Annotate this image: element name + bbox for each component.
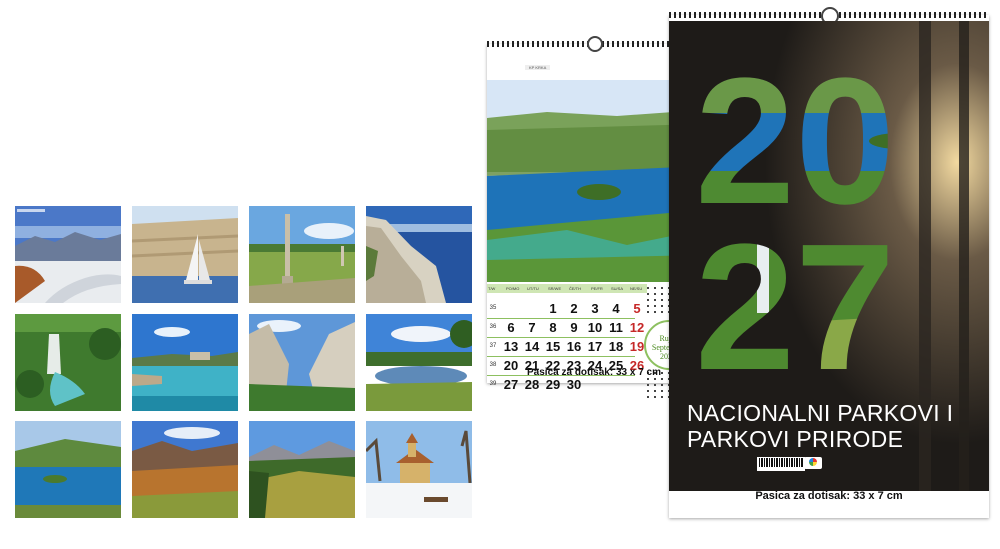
thumbnail-waterfall-lakes[interactable] — [15, 314, 121, 411]
thumbnail-stone-column-field[interactable] — [249, 206, 355, 303]
thumbnail-grid — [15, 206, 472, 518]
week-number: 37 — [489, 343, 497, 349]
calendar-day: 15 — [545, 339, 561, 354]
thumbnail-image — [366, 206, 472, 303]
calendar-day: 29 — [545, 377, 561, 392]
header-thu: ČE/TH — [569, 286, 581, 291]
photo-label: KP KRKA — [525, 65, 551, 70]
thumbnail-mountain-meadow[interactable] — [249, 421, 355, 518]
calendar-day: 16 — [566, 339, 582, 354]
thumbnail-image — [132, 421, 238, 518]
header-sat: SU/SA — [611, 286, 624, 291]
cover-title: NACIONALNI PARKOVI I PARKOVI PRIRODE — [687, 400, 987, 452]
header-mon: PO/MO — [506, 286, 520, 291]
week-number: 39 — [489, 381, 497, 387]
header-fri: PE/FR — [591, 286, 603, 291]
header-wed: SR/WE — [548, 286, 562, 291]
thumbnail-image — [132, 206, 238, 303]
calendar-day: 18 — [608, 339, 624, 354]
calendar-day: 7 — [528, 320, 536, 335]
thumbnail-image — [249, 314, 355, 411]
thumbnail-turquoise-bay[interactable] — [132, 314, 238, 411]
calendar-day: 27 — [503, 377, 519, 392]
thumbnail-image — [249, 206, 355, 303]
thumbnail-sea-cliffs[interactable] — [366, 206, 472, 303]
cover-title-line1: NACIONALNI PARKOVI I — [687, 400, 954, 426]
thumbnail-autumn-hills[interactable] — [132, 421, 238, 518]
big-wall-calendar: 20 27 NA — [669, 7, 989, 518]
hanger-hook — [587, 36, 603, 52]
thumbnail-image — [366, 314, 472, 411]
calendar-day: 28 — [524, 377, 540, 392]
thumbnail-snowy-chapel[interactable] — [366, 421, 472, 518]
calendar-day: 4 — [612, 301, 620, 316]
calendar-day: 6 — [507, 320, 515, 335]
calendar-day: 5 — [633, 301, 641, 316]
calendar-day: 10 — [587, 320, 603, 335]
publisher-logo-icon — [804, 457, 822, 469]
calendar-day: 14 — [524, 339, 540, 354]
calendar-day: 1 — [549, 301, 557, 316]
calendar-day: 30 — [566, 377, 582, 392]
thumbnail-snowy-mountain-road[interactable] — [15, 206, 121, 303]
calendar-day: 12 — [629, 320, 645, 335]
week-number: 36 — [489, 324, 497, 330]
thumbnail-image — [15, 206, 121, 303]
calendar-day: 8 — [549, 320, 557, 335]
thumbnail-image — [366, 421, 472, 518]
thumbnail-canyon-rocks[interactable] — [249, 314, 355, 411]
thumbnail-lake-island[interactable] — [15, 421, 121, 518]
thumbnail-image — [15, 314, 121, 411]
cover-title-line2: PARKOVI PRIRODE — [687, 426, 904, 452]
header-week: T/W — [488, 286, 496, 291]
calendar-day: 3 — [591, 301, 599, 316]
calendar-day: 2 — [570, 301, 578, 316]
header-sun: NE/SU — [630, 286, 643, 291]
header-tue: UT/TU — [527, 286, 539, 291]
calendar-day: 11 — [609, 320, 623, 335]
thumbnail-sailboat-barren-island[interactable] — [132, 206, 238, 303]
thumbnail-image — [132, 314, 238, 411]
calendar-header: T/W PO/MO UT/TU SR/WE ČE/TH PE/FR SU/SA … — [487, 284, 647, 293]
calendar-day: 9 — [570, 320, 578, 335]
thumbnail-image — [249, 421, 355, 518]
calendar-day: 17 — [587, 339, 603, 354]
big-calendar-caption: Pasica za dotisak: 33 x 7 cm — [755, 490, 903, 502]
calendar-day: 13 — [503, 339, 519, 354]
thumbnail-lake-meadow[interactable] — [366, 314, 472, 411]
week-number: 35 — [489, 305, 497, 311]
barcode — [757, 457, 805, 471]
thumbnail-image — [15, 421, 121, 518]
